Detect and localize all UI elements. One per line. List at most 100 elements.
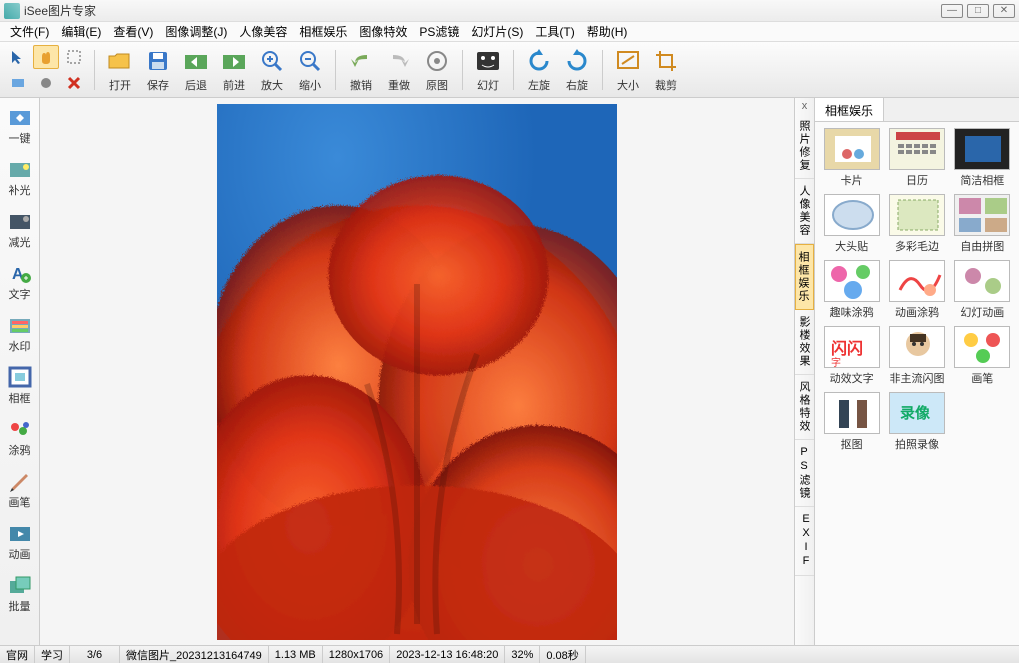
status-filesize: 1.13 MB xyxy=(269,646,323,663)
save-button[interactable]: 保存 xyxy=(139,44,177,96)
menubar: 文件(F) 编辑(E) 查看(V) 图像调整(J) 人像美容 相框娱乐 图像特效… xyxy=(0,22,1019,42)
thumb-10[interactable]: 非主流闪图 xyxy=(886,326,947,386)
tool-b-icon[interactable] xyxy=(33,71,59,95)
status-index: 3/6 xyxy=(70,646,120,663)
zoom-out-button[interactable]: 缩小 xyxy=(291,44,329,96)
close-button[interactable]: ✕ xyxy=(993,4,1015,18)
titlebar: iSee图片专家 — □ ✕ xyxy=(0,0,1019,22)
thumb-label: 日历 xyxy=(906,172,928,188)
thumb-label: 动画涂鸦 xyxy=(895,304,939,320)
vtab-photo-fix[interactable]: 照片修复 xyxy=(795,114,814,179)
pointer-tool-icon[interactable] xyxy=(5,45,31,69)
vtab-beauty[interactable]: 人像美容 xyxy=(795,179,814,244)
menu-help[interactable]: 帮助(H) xyxy=(581,22,634,42)
menu-file[interactable]: 文件(F) xyxy=(4,22,55,42)
thumb-6[interactable]: 趣味涂鸦 xyxy=(821,260,882,320)
watermark-button[interactable]: 水印 xyxy=(2,308,38,358)
undo-button[interactable]: 撤销 xyxy=(342,44,380,96)
marquee-tool-icon[interactable] xyxy=(61,45,87,69)
thumb-5[interactable]: 自由拼图 xyxy=(952,194,1013,254)
thumb-label: 趣味涂鸦 xyxy=(830,304,874,320)
thumb-7[interactable]: 动画涂鸦 xyxy=(886,260,947,320)
maximize-button[interactable]: □ xyxy=(967,4,989,18)
thumb-12[interactable]: 抠图 xyxy=(821,392,882,452)
main-toolbar: 打开 保存 后退 前进 放大 缩小 撤销 重做 原图 幻灯 左旋 右旋 大小 裁… xyxy=(0,42,1019,98)
vtab-studio[interactable]: 影楼效果 xyxy=(795,310,814,375)
menu-edit[interactable]: 编辑(E) xyxy=(55,22,107,42)
thumb-1[interactable]: 日历 xyxy=(886,128,947,188)
menu-frame[interactable]: 相框娱乐 xyxy=(293,22,353,42)
thumb-3[interactable]: 大头贴 xyxy=(821,194,882,254)
image-canvas[interactable] xyxy=(40,98,794,645)
svg-text:闪闪: 闪闪 xyxy=(831,339,863,358)
menu-slideshow[interactable]: 幻灯片(S) xyxy=(465,22,529,42)
vertical-tabs: x 照片修复 人像美容 相框娱乐 影楼效果 风格特效 PS滤镜 EXIF xyxy=(794,98,814,645)
frame-button[interactable]: 相框 xyxy=(2,360,38,410)
thumb-4[interactable]: 多彩毛边 xyxy=(886,194,947,254)
thumb-label: 卡片 xyxy=(841,172,863,188)
hand-tool-icon[interactable] xyxy=(33,45,59,69)
status-dimensions: 1280x1706 xyxy=(323,646,390,663)
right-panel: 相框娱乐 卡片 日历 简洁相框大头贴 多彩毛边 自由拼图趣味涂鸦 动画涂鸦 幻灯动画闪闪字动… xyxy=(814,98,1019,645)
thumb-9[interactable]: 闪闪字动效文字 xyxy=(821,326,882,386)
thumb-13[interactable]: 录像拍照录像 xyxy=(886,392,947,452)
brush-button[interactable]: 画笔 xyxy=(2,464,38,514)
thumb-label: 拍照录像 xyxy=(895,436,939,452)
forward-button[interactable]: 前进 xyxy=(215,44,253,96)
open-button[interactable]: 打开 xyxy=(101,44,139,96)
thumb-label: 抠图 xyxy=(841,436,863,452)
svg-text:录像: 录像 xyxy=(900,404,931,422)
vtab-frame-fun[interactable]: 相框娱乐 xyxy=(795,244,814,310)
vtab-style-fx[interactable]: 风格特效 xyxy=(795,375,814,440)
tool-a-icon[interactable] xyxy=(5,71,31,95)
thumb-2[interactable]: 简洁相框 xyxy=(952,128,1013,188)
crop-button[interactable]: 裁剪 xyxy=(647,44,685,96)
zoom-in-button[interactable]: 放大 xyxy=(253,44,291,96)
reduce-light-button[interactable]: 减光 xyxy=(2,204,38,254)
menu-beauty[interactable]: 人像美容 xyxy=(233,22,293,42)
thumb-label: 大头贴 xyxy=(835,238,868,254)
statusbar: 官网 学习 3/6 微信图片_20231213164749 1.13 MB 12… xyxy=(0,645,1019,663)
thumb-label: 自由拼图 xyxy=(960,238,1004,254)
menu-tools[interactable]: 工具(T) xyxy=(529,22,580,42)
thumb-label: 画笔 xyxy=(971,370,993,386)
status-learn-link[interactable]: 学习 xyxy=(35,646,70,663)
thumb-0[interactable]: 卡片 xyxy=(821,128,882,188)
vtab-exif[interactable]: EXIF xyxy=(795,507,814,576)
menu-image-adjust[interactable]: 图像调整(J) xyxy=(159,22,233,42)
status-datetime: 2023-12-13 16:48:20 xyxy=(390,646,505,663)
status-site-link[interactable]: 官网 xyxy=(0,646,35,663)
slideshow-button[interactable]: 幻灯 xyxy=(469,44,507,96)
menu-effects[interactable]: 图像特效 xyxy=(353,22,413,42)
delete-tool-icon[interactable] xyxy=(61,71,87,95)
status-time: 0.08秒 xyxy=(540,646,585,663)
thumb-label: 多彩毛边 xyxy=(895,238,939,254)
thumb-label: 简洁相框 xyxy=(960,172,1004,188)
back-button[interactable]: 后退 xyxy=(177,44,215,96)
thumb-8[interactable]: 幻灯动画 xyxy=(952,260,1013,320)
text-button[interactable]: A文字 xyxy=(2,256,38,306)
rotate-left-button[interactable]: 左旋 xyxy=(520,44,558,96)
photo-maple-tree xyxy=(217,104,617,640)
batch-button[interactable]: 批量 xyxy=(2,568,38,618)
left-toolbar: 一键 补光 减光 A文字 水印 相框 涂鸦 画笔 动画 批量 xyxy=(0,98,40,645)
status-zoom: 32% xyxy=(505,646,540,663)
minimize-button[interactable]: — xyxy=(941,4,963,18)
original-button[interactable]: 原图 xyxy=(418,44,456,96)
thumb-11[interactable]: 画笔 xyxy=(952,326,1013,386)
resize-button[interactable]: 大小 xyxy=(609,44,647,96)
panel-close-icon[interactable]: x xyxy=(795,98,814,114)
thumb-label: 幻灯动画 xyxy=(960,304,1004,320)
right-panel-tab[interactable]: 相框娱乐 xyxy=(815,98,884,121)
menu-ps-filter[interactable]: PS滤镜 xyxy=(413,22,465,42)
rotate-right-button[interactable]: 右旋 xyxy=(558,44,596,96)
app-icon xyxy=(4,3,20,19)
onekey-button[interactable]: 一键 xyxy=(2,100,38,150)
thumb-label: 动效文字 xyxy=(830,370,874,386)
vtab-ps-filter[interactable]: PS滤镜 xyxy=(795,440,814,507)
redo-button[interactable]: 重做 xyxy=(380,44,418,96)
graffiti-button[interactable]: 涂鸦 xyxy=(2,412,38,462)
menu-view[interactable]: 查看(V) xyxy=(107,22,159,42)
animation-button[interactable]: 动画 xyxy=(2,516,38,566)
fill-light-button[interactable]: 补光 xyxy=(2,152,38,202)
